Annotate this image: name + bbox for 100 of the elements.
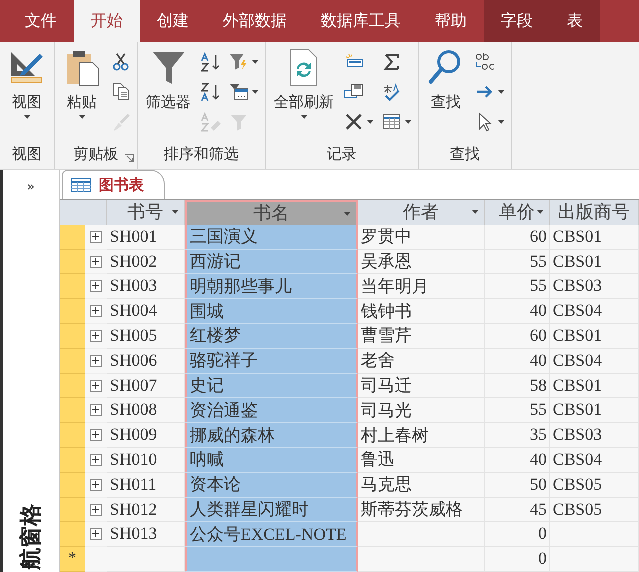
- expand-button[interactable]: +: [90, 330, 102, 342]
- table-cell: 司马光: [358, 398, 485, 424]
- new-record-marker[interactable]: *: [60, 547, 85, 572]
- record-selector[interactable]: [60, 448, 85, 473]
- filter-button[interactable]: 筛选器: [142, 46, 195, 141]
- record-selector[interactable]: [60, 398, 85, 424]
- table-cell: CBS01: [550, 398, 639, 424]
- table-cell: 老舍: [358, 348, 485, 374]
- funnel-window-icon: [229, 82, 249, 102]
- scissors-icon: [111, 52, 131, 72]
- record-selector[interactable]: [60, 498, 85, 522]
- record-selector[interactable]: [60, 299, 85, 324]
- record-selector[interactable]: [60, 324, 85, 349]
- clear-sort-icon: [201, 112, 221, 132]
- refresh-button[interactable]: 全部刷新: [270, 46, 338, 141]
- sort-descending-icon: [201, 82, 221, 102]
- copy-icon: [111, 82, 131, 102]
- table-cell: CBS01: [550, 374, 639, 398]
- expand-button[interactable]: +: [90, 528, 102, 540]
- table-cell: 斯蒂芬茨威格: [358, 498, 485, 522]
- table-icon: [71, 178, 91, 192]
- table-cell: 40: [485, 348, 550, 374]
- table-cell: 人类群星闪耀时: [185, 498, 358, 522]
- dialog-launcher-icon[interactable]: [125, 154, 134, 163]
- expand-button[interactable]: +: [90, 354, 102, 367]
- funnel-lightning-icon: [229, 52, 249, 72]
- table-cell: 55: [485, 274, 550, 300]
- table-cell: 鲁迅: [358, 448, 485, 473]
- table-cell: 曹雪芹: [358, 324, 485, 349]
- paste-button[interactable]: 粘贴: [59, 46, 105, 141]
- table-cell: 60: [485, 324, 550, 349]
- record-selector[interactable]: [60, 472, 85, 498]
- expand-button[interactable]: +: [90, 380, 102, 392]
- table-cell: 35: [485, 423, 550, 448]
- expand-button[interactable]: +: [90, 478, 102, 491]
- table-cell: 马克思: [358, 472, 485, 498]
- group-label: 剪贴板: [74, 144, 118, 165]
- funnel-icon: [229, 112, 249, 132]
- ribbon-tab[interactable]: 字段: [484, 0, 550, 42]
- table-cell: CBS01: [550, 250, 639, 274]
- table-cell: 西游记: [185, 250, 358, 274]
- expand-button[interactable]: +: [90, 305, 102, 318]
- table-cell: 0: [485, 547, 550, 572]
- table-cell: 资本论: [185, 472, 358, 498]
- record-selector[interactable]: [60, 250, 85, 274]
- expand-button[interactable]: +: [90, 256, 102, 268]
- table-cell: 45: [485, 498, 550, 522]
- expand-button[interactable]: +: [90, 230, 102, 243]
- table-cell: 当年明月: [358, 274, 485, 300]
- record-selector[interactable]: [60, 348, 85, 374]
- record-selector[interactable]: [60, 423, 85, 448]
- ribbon-tab[interactable]: 创建: [140, 0, 206, 42]
- ribbon-tab[interactable]: 表: [550, 0, 600, 42]
- column-header[interactable]: 单价: [485, 200, 550, 225]
- record-selector[interactable]: [60, 522, 85, 548]
- find-button[interactable]: 查找: [423, 46, 469, 141]
- record-selector[interactable]: [60, 224, 85, 250]
- select-all-corner[interactable]: [60, 200, 107, 225]
- table-cell: CBS03: [550, 423, 639, 448]
- column-header[interactable]: 书名: [185, 200, 358, 225]
- table-cell: CBS04: [550, 348, 639, 374]
- table-cell: 围城: [185, 299, 358, 324]
- table-cell: CBS01: [550, 324, 639, 349]
- expand-button[interactable]: +: [90, 504, 102, 516]
- table-cell: CBS01: [550, 224, 639, 250]
- table-cell: 呐喊: [185, 448, 358, 473]
- document-tab[interactable]: 图书表: [62, 170, 165, 200]
- ribbon-tab[interactable]: 外部数据: [206, 0, 304, 42]
- expand-button[interactable]: +: [90, 454, 102, 466]
- table-cell: 三国演义: [185, 224, 358, 250]
- ribbon-tab[interactable]: 帮助: [418, 0, 484, 42]
- table-cell: 0: [485, 522, 550, 548]
- table-cell: 40: [485, 299, 550, 324]
- table-cell: CBS04: [550, 299, 639, 324]
- column-header[interactable]: 书号: [107, 200, 185, 225]
- ribbon-tab[interactable]: 文件: [8, 0, 74, 42]
- table-cell: 红楼梦: [185, 324, 358, 349]
- nav-pane-toggle[interactable]: »: [23, 178, 39, 197]
- column-header[interactable]: 出版商号: [550, 200, 639, 225]
- expand-button[interactable]: +: [90, 280, 102, 292]
- table-cell: 58: [485, 374, 550, 398]
- table-cell: 司马迁: [358, 374, 485, 398]
- expand-button[interactable]: +: [90, 404, 102, 416]
- ribbon-tab[interactable]: 开始: [74, 0, 140, 42]
- table-cell: CBS04: [550, 448, 639, 473]
- ribbon-tab[interactable]: 数据库工具: [304, 0, 418, 42]
- table-cell: 史记: [185, 374, 358, 398]
- view-button[interactable]: 视图: [4, 46, 50, 141]
- column-header[interactable]: 作者: [358, 200, 485, 225]
- expand-button[interactable]: +: [90, 429, 102, 442]
- table-cell: 公众号EXCEL-NOTE: [185, 522, 358, 548]
- table-cell: 40: [485, 448, 550, 473]
- record-selector[interactable]: [60, 274, 85, 300]
- table-cell: CBS05: [550, 472, 639, 498]
- record-selector[interactable]: [60, 374, 85, 398]
- delete-icon: [344, 112, 364, 132]
- table-cell: 钱钟书: [358, 299, 485, 324]
- group-label: 记录: [327, 144, 357, 165]
- sigma-icon: [382, 52, 402, 72]
- spell-check-icon: [382, 82, 402, 102]
